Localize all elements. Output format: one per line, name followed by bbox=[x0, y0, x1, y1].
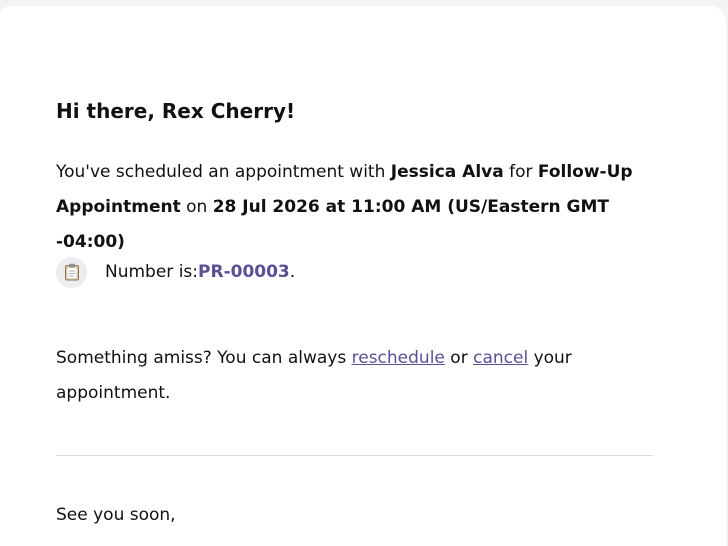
reschedule-paragraph: Something amiss? You can always reschedu… bbox=[56, 341, 656, 411]
number-text: Number is:PR-00003. bbox=[105, 262, 295, 282]
divider bbox=[56, 455, 653, 456]
clipboard-icon bbox=[56, 256, 87, 288]
number-label: Number is: bbox=[105, 262, 199, 282]
cancel-link[interactable]: cancel bbox=[473, 348, 528, 368]
reschedule-link[interactable]: reschedule bbox=[352, 348, 445, 368]
appointment-details: You've scheduled an appointment with Jes… bbox=[56, 155, 656, 260]
closing-text: See you soon, bbox=[56, 505, 176, 525]
provider-name: Jessica Alva bbox=[390, 162, 504, 182]
intro-for: for bbox=[503, 162, 538, 182]
intro-on: on bbox=[180, 197, 213, 217]
greeting-heading: Hi there, Rex Cherry! bbox=[56, 99, 296, 123]
or-text: or bbox=[444, 348, 474, 368]
number-suffix: . bbox=[289, 262, 296, 282]
amiss-prefix: Something amiss? You can always bbox=[56, 348, 352, 368]
reference-number: PR-00003 bbox=[198, 262, 290, 282]
intro-prefix: You've scheduled an appointment with bbox=[56, 162, 391, 182]
email-card: Hi there, Rex Cherry! You've scheduled a… bbox=[0, 6, 726, 546]
reference-number-row: Number is:PR-00003. bbox=[56, 256, 295, 288]
